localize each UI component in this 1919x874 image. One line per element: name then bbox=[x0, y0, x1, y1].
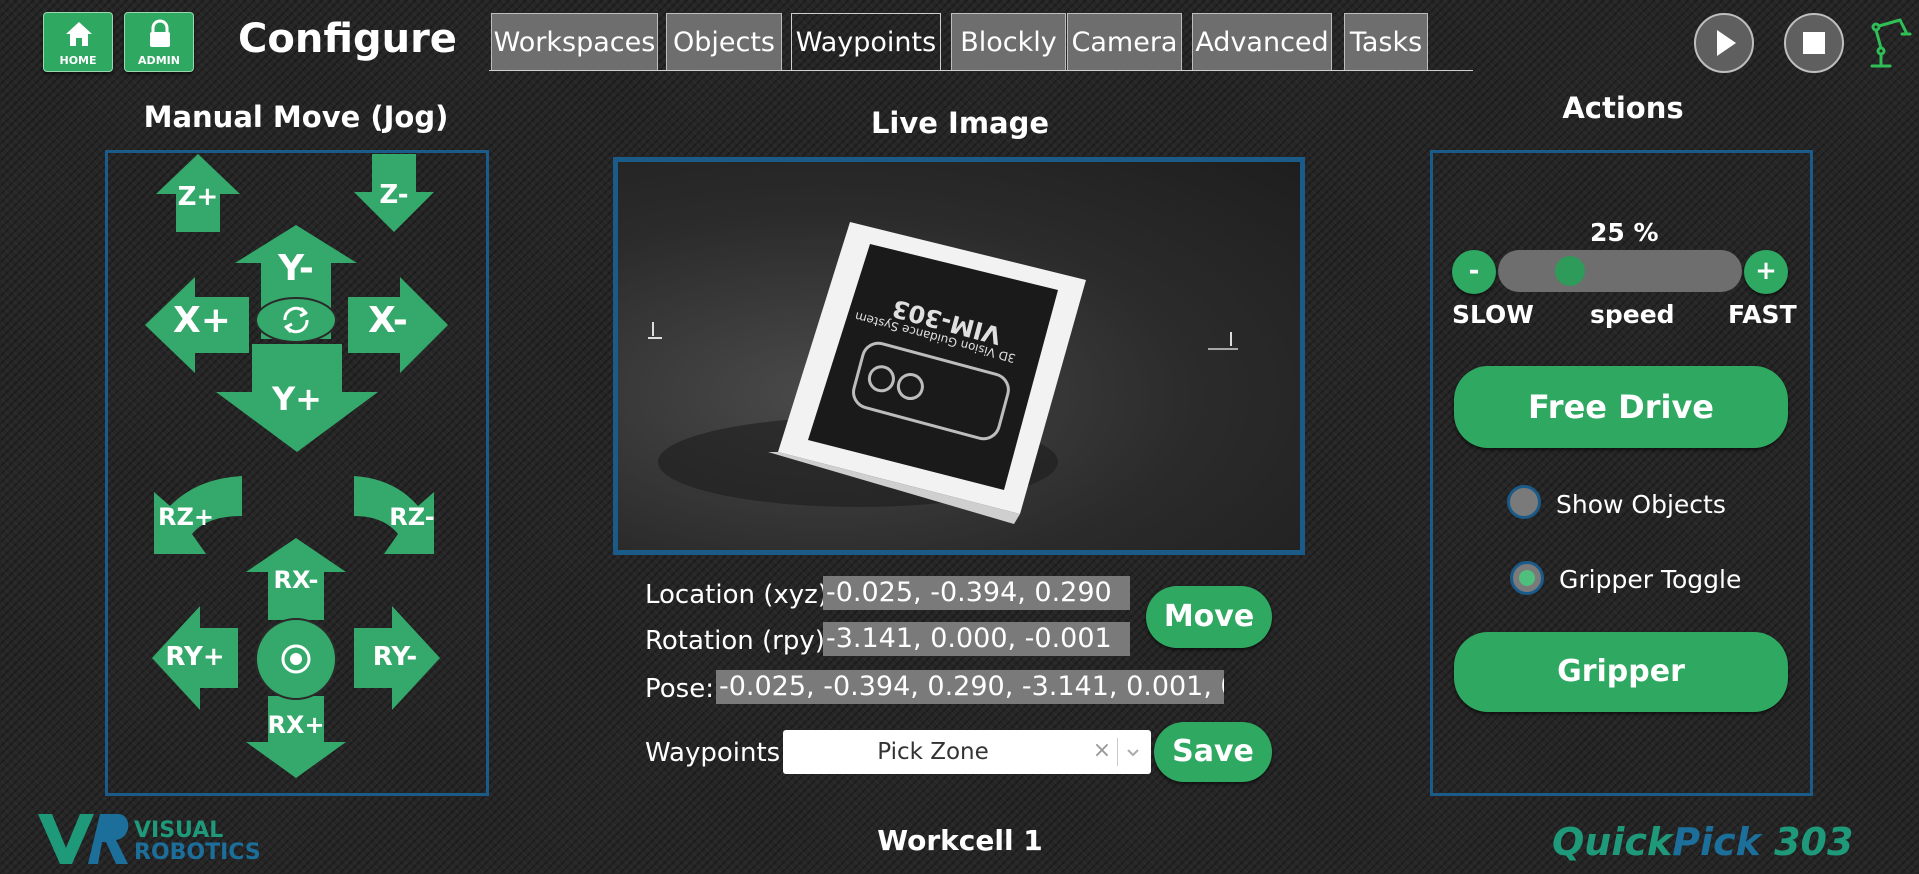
ry-minus-label: RY- bbox=[372, 642, 418, 672]
waypoint-selected: Pick Zone bbox=[877, 739, 989, 765]
tab-waypoints[interactable]: Waypoints bbox=[791, 13, 941, 70]
select-divider bbox=[1117, 738, 1118, 766]
home-icon bbox=[66, 22, 92, 46]
lock-icon bbox=[150, 19, 170, 47]
gripper-toggle-dot bbox=[1519, 570, 1535, 586]
vr-logo-icon bbox=[38, 814, 129, 864]
free-drive-button[interactable]: Free Drive bbox=[1454, 366, 1788, 448]
ry-plus-label: RY+ bbox=[165, 642, 225, 672]
speed-label: speed bbox=[1590, 300, 1675, 329]
home-button[interactable]: HOME bbox=[43, 12, 113, 72]
slow-label: SLOW bbox=[1452, 300, 1534, 329]
clear-icon[interactable]: × bbox=[1089, 730, 1115, 774]
play-icon bbox=[1717, 30, 1736, 56]
play-button[interactable] bbox=[1694, 13, 1754, 73]
rz-plus-label: RZ+ bbox=[158, 503, 214, 531]
stop-button[interactable] bbox=[1784, 13, 1844, 73]
product-name-quick: Quick bbox=[1552, 820, 1673, 864]
move-button[interactable]: Move bbox=[1146, 586, 1272, 648]
rotation-label: Rotation (rpy): bbox=[645, 626, 834, 656]
waypoint-select[interactable]: Pick Zone × bbox=[783, 730, 1151, 774]
location-label: Location (xyz): bbox=[645, 580, 837, 610]
live-image[interactable]: VIM-303 3D Vision Guidance System bbox=[613, 157, 1305, 555]
x-minus-label: X- bbox=[368, 300, 408, 341]
y-plus-label: Y+ bbox=[272, 380, 322, 418]
admin-label: ADMIN bbox=[138, 54, 180, 67]
gripper-toggle-radio[interactable] bbox=[1510, 561, 1544, 595]
rotation-field[interactable]: -3.141, 0.000, -0.001 bbox=[823, 622, 1130, 656]
jog-center-button[interactable] bbox=[254, 618, 338, 700]
logo-text-robotics: ROBOTICS bbox=[134, 840, 261, 865]
speed-increase-button[interactable]: + bbox=[1744, 250, 1788, 294]
product-name-number: 303 bbox=[1760, 820, 1854, 864]
tab-objects[interactable]: Objects bbox=[666, 13, 782, 70]
chevron-down-icon[interactable] bbox=[1125, 744, 1141, 760]
tab-advanced[interactable]: Advanced bbox=[1192, 13, 1332, 70]
visual-robotics-logo: VISUAL ROBOTICS bbox=[36, 808, 261, 870]
show-objects-radio[interactable] bbox=[1507, 485, 1541, 519]
pose-field[interactable]: -0.025, -0.394, 0.290, -3.141, 0.001, 0.… bbox=[716, 670, 1224, 704]
jog-home-button[interactable] bbox=[255, 296, 337, 344]
waypoints-label: Waypoints: bbox=[645, 738, 789, 768]
rx-minus-label: RX- bbox=[273, 566, 319, 594]
stop-icon bbox=[1803, 32, 1825, 54]
admin-button[interactable]: ADMIN bbox=[124, 12, 194, 72]
pose-label: Pose: bbox=[645, 674, 714, 704]
show-objects-label: Show Objects bbox=[1556, 490, 1726, 519]
fast-label: FAST bbox=[1728, 300, 1797, 329]
logo-text-visual: VISUAL bbox=[134, 818, 224, 843]
rx-plus-label: RX+ bbox=[267, 711, 325, 739]
gripper-button[interactable]: Gripper bbox=[1454, 632, 1788, 712]
actions-title: Actions bbox=[1562, 91, 1684, 125]
location-field[interactable]: -0.025, -0.394, 0.290 bbox=[823, 576, 1130, 610]
live-image-title: Live Image bbox=[870, 106, 1050, 140]
tab-workspaces[interactable]: Workspaces bbox=[491, 13, 658, 70]
speed-decrease-button[interactable]: - bbox=[1452, 250, 1496, 294]
gripper-toggle-label: Gripper Toggle bbox=[1559, 565, 1742, 594]
camera-view: VIM-303 3D Vision Guidance System bbox=[648, 222, 1238, 524]
workcell-name: Workcell 1 bbox=[877, 824, 1043, 857]
tab-blockly[interactable]: Blockly bbox=[951, 13, 1066, 70]
rz-minus-label: RZ- bbox=[389, 503, 435, 531]
product-name: QuickPick 303 bbox=[1552, 820, 1853, 864]
speed-percent: 25 % bbox=[1590, 218, 1659, 247]
product-name-pick: Pick bbox=[1672, 820, 1761, 864]
speed-slider-track[interactable] bbox=[1498, 250, 1742, 292]
save-button[interactable]: Save bbox=[1154, 722, 1272, 782]
z-minus-label: Z- bbox=[379, 180, 409, 210]
jog-title: Manual Move (Jog) bbox=[143, 100, 449, 134]
speed-slider-thumb[interactable] bbox=[1554, 256, 1585, 286]
page-title: Configure bbox=[238, 16, 457, 62]
tab-tasks[interactable]: Tasks bbox=[1344, 13, 1428, 70]
z-plus-label: Z+ bbox=[177, 182, 219, 212]
tab-camera[interactable]: Camera bbox=[1067, 13, 1182, 70]
robot-arm-icon[interactable] bbox=[1866, 14, 1916, 70]
home-label: HOME bbox=[59, 54, 97, 67]
x-plus-label: X+ bbox=[173, 300, 231, 341]
y-minus-label: Y- bbox=[278, 248, 314, 289]
